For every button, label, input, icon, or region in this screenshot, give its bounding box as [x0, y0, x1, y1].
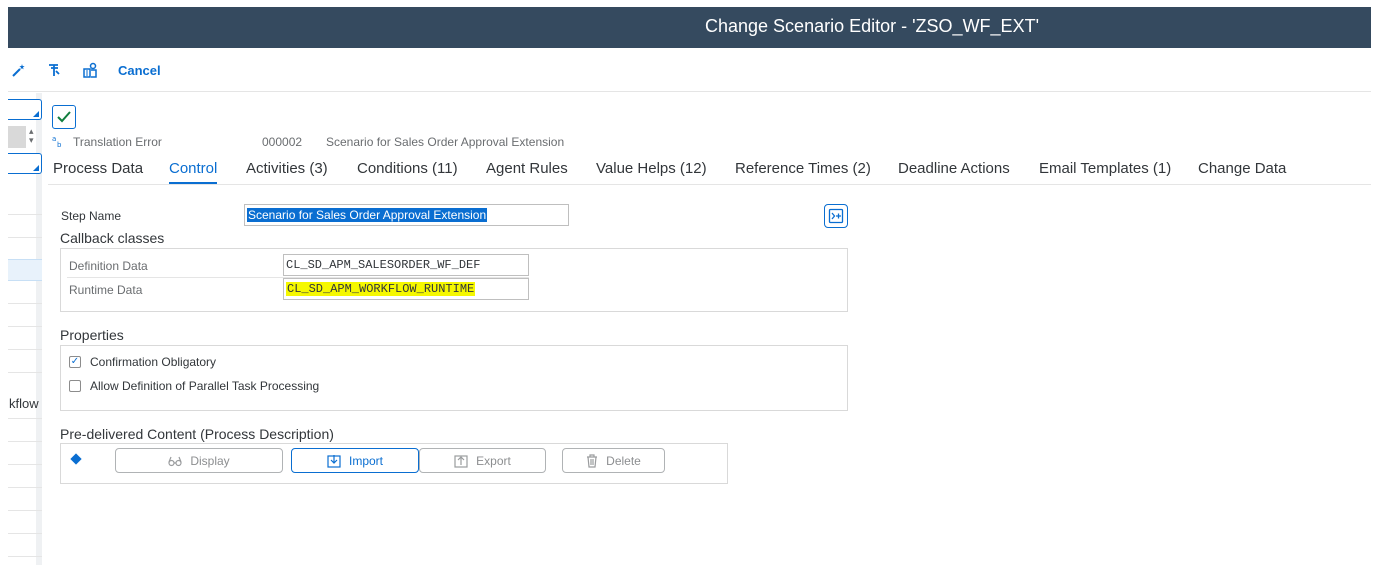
expand-button[interactable]: [824, 204, 848, 228]
runtime-data-label: Runtime Data: [69, 283, 143, 297]
list-divider: [8, 349, 42, 350]
cancel-button[interactable]: Cancel: [118, 63, 161, 78]
up-down-arrows-icon[interactable]: ▴ ▾: [29, 127, 34, 145]
definition-data-label: Definition Data: [69, 259, 148, 273]
display-button[interactable]: Display: [115, 448, 283, 473]
filter-icon[interactable]: [46, 61, 64, 79]
title-bar: Change Scenario Editor - 'ZSO_WF_EXT': [8, 7, 1371, 48]
list-item[interactable]: kflow: [9, 396, 39, 411]
left-panel: ▴ ▾ kflow: [8, 93, 42, 565]
checkmark-icon: [57, 111, 71, 123]
scenario-description: Scenario for Sales Order Approval Extens…: [326, 135, 565, 149]
callback-classes-group: Definition Data CL_SD_APM_SALESORDER_WF_…: [60, 248, 848, 312]
tab-value-helps[interactable]: Value Helps (12): [596, 160, 707, 177]
glasses-icon: [168, 456, 182, 466]
dropdown-corner-icon: [33, 111, 39, 117]
parallel-task-label: Allow Definition of Parallel Task Proces…: [90, 379, 320, 393]
list-divider: [8, 237, 42, 238]
tab-conditions[interactable]: Conditions (11): [357, 160, 458, 177]
confirmation-obligatory-checkbox[interactable]: ✓: [69, 356, 81, 368]
trash-icon: [587, 453, 598, 468]
tab-deadline-actions[interactable]: Deadline Actions: [898, 160, 1010, 177]
predelivered-content-title: Pre-delivered Content (Process Descripti…: [60, 426, 334, 442]
tab-reference-times[interactable]: Reference Times (2): [735, 160, 871, 177]
properties-title: Properties: [60, 327, 124, 343]
stepper-value: [8, 126, 26, 148]
list-divider: [8, 487, 42, 488]
callback-classes-title: Callback classes: [60, 230, 165, 246]
import-label: Import: [348, 453, 383, 468]
list-divider: [8, 510, 42, 511]
toolbar: Cancel: [8, 48, 1371, 92]
app-window: Change Scenario Editor - 'ZSO_WF_EXT' Ca…: [8, 7, 1371, 565]
list-divider: [8, 326, 42, 327]
export-icon: [454, 454, 468, 468]
runtime-data-value: CL_SD_APM_WORKFLOW_RUNTIME: [286, 282, 476, 296]
check-button[interactable]: [52, 105, 76, 129]
import-icon: [327, 454, 341, 468]
left-dropdown-2[interactable]: [8, 153, 42, 174]
definition-data-value: CL_SD_APM_SALESORDER_WF_DEF: [286, 258, 481, 272]
list-divider: [8, 214, 42, 215]
tab-activities[interactable]: Activities (3): [246, 160, 328, 177]
definition-data-field[interactable]: CL_SD_APM_SALESORDER_WF_DEF: [283, 254, 529, 276]
list-divider: [8, 533, 42, 534]
display-label: Display: [190, 453, 230, 468]
step-name-value: Scenario for Sales Order Approval Extens…: [247, 208, 488, 222]
tab-divider: [48, 184, 1371, 185]
dropdown-corner-icon: [33, 165, 39, 171]
translation-error-label: Translation Error: [73, 135, 162, 149]
step-name-label: Step Name: [61, 209, 122, 223]
tab-change-data[interactable]: Change Data: [1198, 160, 1286, 177]
delete-label: Delete: [606, 453, 641, 468]
left-dropdown-1[interactable]: [8, 99, 42, 120]
list-divider: [8, 464, 42, 465]
parallel-task-checkbox[interactable]: [69, 380, 81, 392]
scenario-number: 000002: [262, 135, 303, 149]
window-title: Change Scenario Editor - 'ZSO_WF_EXT': [705, 16, 1040, 36]
object-settings-icon[interactable]: [81, 61, 99, 79]
list-divider: [8, 556, 42, 557]
tab-email-templates[interactable]: Email Templates (1): [1039, 160, 1171, 177]
list-divider: [8, 418, 42, 419]
import-button[interactable]: Import: [291, 448, 419, 473]
export-label: Export: [476, 453, 511, 468]
left-stepper[interactable]: ▴ ▾: [8, 126, 42, 148]
properties-group: ✓ Confirmation Obligatory Allow Definiti…: [60, 345, 848, 411]
list-divider: [8, 303, 42, 304]
svg-text:a: a: [52, 135, 56, 143]
list-divider: [8, 372, 42, 373]
runtime-data-field[interactable]: CL_SD_APM_WORKFLOW_RUNTIME: [283, 278, 529, 300]
step-name-field[interactable]: Scenario for Sales Order Approval Extens…: [244, 204, 569, 226]
tab-control[interactable]: Control: [169, 160, 218, 184]
delete-button[interactable]: Delete: [562, 448, 665, 473]
export-button[interactable]: Export: [419, 448, 546, 473]
list-divider: [8, 441, 42, 442]
tab-agent-rules[interactable]: Agent Rules: [486, 160, 568, 177]
magic-wand-icon[interactable]: [10, 61, 28, 79]
confirmation-obligatory-label: Confirmation Obligatory: [90, 355, 217, 369]
list-item-selected[interactable]: [8, 259, 42, 281]
expand-icon: [828, 208, 844, 224]
svg-text:b: b: [57, 141, 62, 148]
tab-process-data[interactable]: Process Data: [53, 160, 143, 177]
translation-icon: ab: [52, 134, 66, 151]
